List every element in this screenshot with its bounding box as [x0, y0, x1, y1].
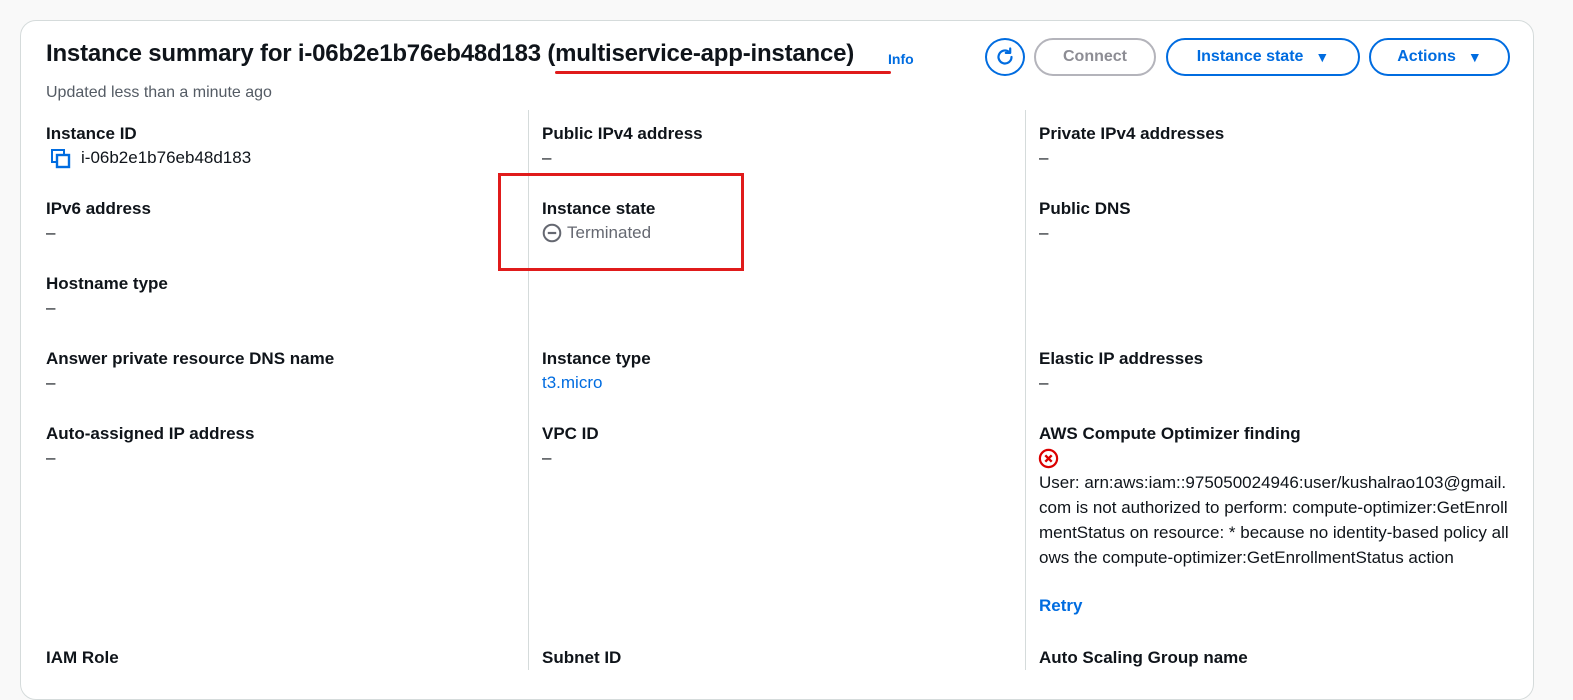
ipv6-value: – [46, 223, 56, 242]
caret-down-icon: ▼ [1467, 49, 1482, 65]
refresh-icon [997, 47, 1013, 65]
vpc-id-value: – [542, 448, 552, 467]
updated-timestamp: Updated less than a minute ago [46, 84, 272, 101]
instance-id-label: Instance ID [46, 124, 137, 143]
info-link[interactable]: Info [888, 51, 914, 67]
answer-dns-value: – [46, 373, 56, 392]
private-ipv4-value: – [1039, 148, 1049, 167]
column-divider [1025, 110, 1026, 670]
instance-state-button-label: Instance state [1196, 48, 1304, 65]
error-icon [1038, 448, 1059, 469]
instance-state-button[interactable]: Instance state ▼ [1166, 38, 1360, 76]
caret-down-icon: ▼ [1315, 49, 1330, 65]
compute-optimizer-error-message: User: arn:aws:iam::975050024946:user/kus… [1039, 473, 1509, 567]
ipv6-label: IPv6 address [46, 199, 151, 218]
instance-type-label: Instance type [542, 349, 651, 368]
subnet-id-label: Subnet ID [542, 648, 622, 667]
asg-name-label: Auto Scaling Group name [1039, 648, 1248, 667]
compute-optimizer-label: AWS Compute Optimizer finding [1039, 424, 1301, 443]
actions-button-label: Actions [1397, 48, 1456, 65]
instance-type-link[interactable]: t3.micro [542, 373, 602, 393]
instance-id-value: i-06b2e1b76eb48d183 [81, 148, 252, 167]
elastic-ip-label: Elastic IP addresses [1039, 349, 1204, 368]
public-dns-label: Public DNS [1039, 199, 1131, 218]
actions-button[interactable]: Actions ▼ [1369, 38, 1510, 76]
retry-link[interactable]: Retry [1039, 596, 1082, 616]
annotation-box [498, 173, 744, 271]
page-title: Instance summary for i-06b2e1b76eb48d183… [46, 40, 855, 67]
answer-dns-label: Answer private resource DNS name [46, 349, 335, 368]
refresh-button[interactable] [985, 38, 1025, 76]
copy-icon[interactable] [50, 148, 72, 170]
public-ipv4-label: Public IPv4 address [542, 124, 703, 143]
public-ipv4-value: – [542, 148, 552, 167]
vpc-id-label: VPC ID [542, 424, 599, 443]
hostname-type-label: Hostname type [46, 274, 168, 293]
annotation-underline [555, 71, 891, 74]
connect-button[interactable]: Connect [1034, 38, 1156, 76]
elastic-ip-value: – [1039, 373, 1049, 392]
auto-ip-value: – [46, 448, 56, 467]
private-ipv4-label: Private IPv4 addresses [1039, 124, 1225, 143]
auto-ip-label: Auto-assigned IP address [46, 424, 255, 443]
iam-role-label: IAM Role [46, 648, 119, 667]
public-dns-value: – [1039, 223, 1049, 242]
hostname-type-value: – [46, 298, 56, 317]
